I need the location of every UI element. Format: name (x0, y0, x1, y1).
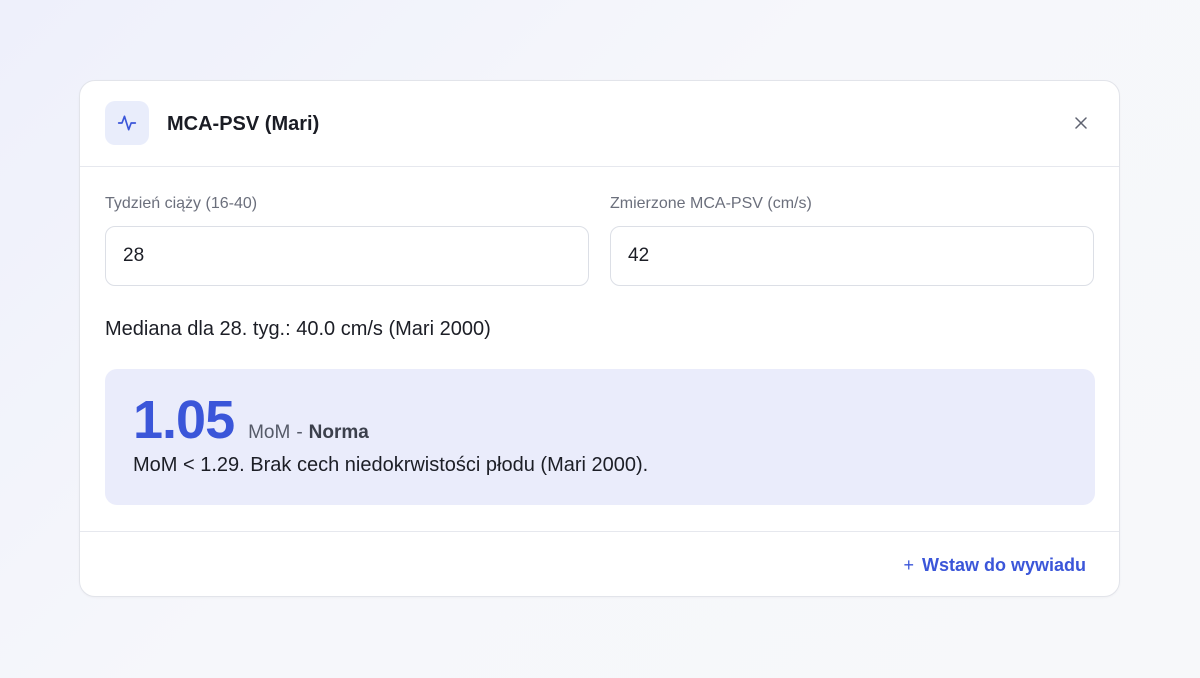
dialog-footer: + Wstaw do wywiadu (80, 531, 1119, 598)
insert-button-label: Wstaw do wywiadu (921, 555, 1086, 575)
mom-unit: MoM (248, 422, 291, 443)
mom-value: 1.05 (133, 390, 235, 450)
mca-psv-dialog: MCA-PSV (Mari) Tydzień ciąży (16-40) Zmi… (79, 80, 1120, 597)
activity-pulse-icon (105, 101, 149, 145)
week-field-label: Tydzień ciąży (16-40) (105, 195, 258, 212)
dialog-header: MCA-PSV (Mari) (80, 81, 1119, 167)
week-input[interactable] (105, 226, 589, 286)
result-summary: 1.05 MoM - Norma (133, 391, 369, 449)
result-description: MoM < 1.29. Brak cech niedokrwistości pł… (133, 454, 649, 476)
dialog-title: MCA-PSV (Mari) (167, 113, 320, 135)
psv-input[interactable] (610, 226, 1094, 286)
insert-to-history-button[interactable]: + Wstaw do wywiadu (903, 554, 1086, 576)
plus-icon: + (903, 555, 914, 575)
result-panel: 1.05 MoM - Norma MoM < 1.29. Brak cech n… (105, 369, 1095, 505)
close-button[interactable] (1071, 113, 1091, 133)
status-badge: Norma (308, 422, 369, 443)
median-info: Mediana dla 28. tyg.: 40.0 cm/s (Mari 20… (105, 318, 491, 340)
result-separator: - (296, 422, 303, 443)
psv-field-label: Zmierzone MCA-PSV (cm/s) (610, 195, 812, 212)
close-icon (1075, 117, 1087, 129)
